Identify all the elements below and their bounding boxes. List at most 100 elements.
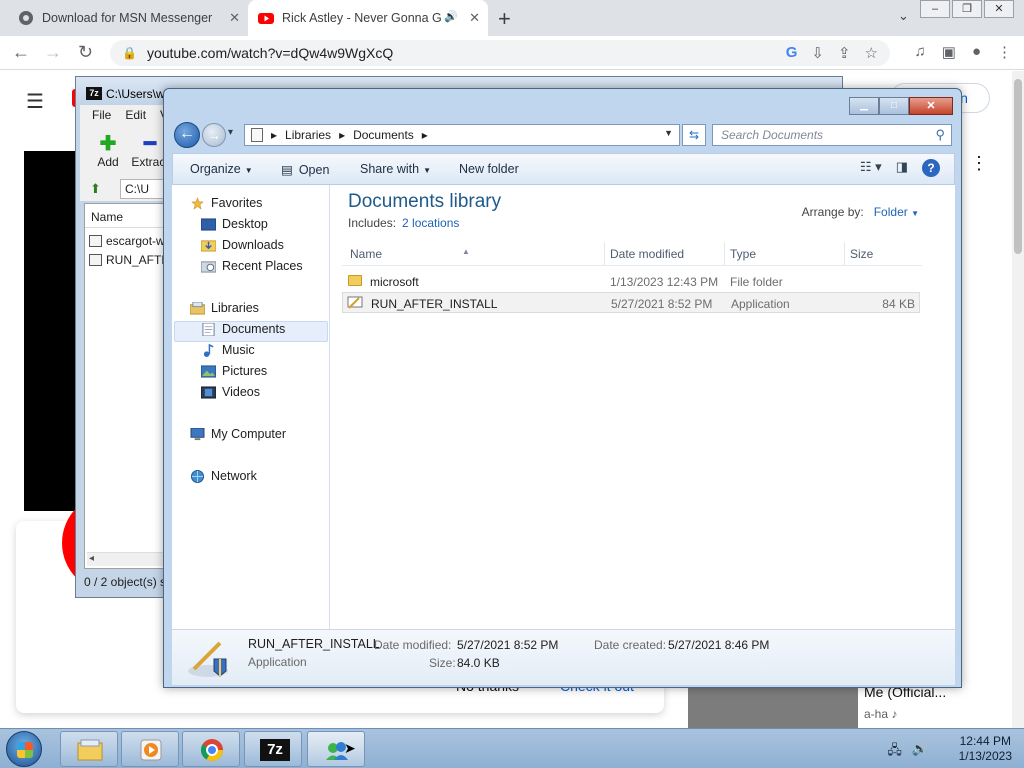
nav-my-computer[interactable]: My Computer: [190, 427, 286, 441]
table-row[interactable]: microsoft 1/13/2023 12:43 PM File folder: [342, 271, 920, 292]
breadcrumb-arrow-icon[interactable]: ▸: [271, 128, 277, 142]
share-with-button[interactable]: Share with ▼: [360, 162, 431, 176]
nav-favorites[interactable]: Favorites: [190, 196, 262, 210]
address-bar[interactable]: 🔒 youtube.com/watch?v=dQw4w9WgXcQ G ⇩ ⇪ …: [110, 40, 890, 66]
arrange-dropdown[interactable]: Folder ▼: [874, 205, 919, 219]
profile-icon[interactable]: ●: [972, 43, 981, 61]
column-divider[interactable]: [724, 242, 725, 266]
search-icon[interactable]: ⚲: [935, 125, 945, 145]
chevron-down-icon[interactable]: ▼: [664, 128, 673, 138]
page-scrollbar[interactable]: [1012, 71, 1024, 728]
back-arrow-icon[interactable]: ←: [12, 42, 30, 63]
share-label: Share with: [360, 162, 420, 176]
address-bar[interactable]: ▸ Libraries ▸ Documents ▸ ▼: [244, 124, 680, 146]
column-header-type[interactable]: Type: [730, 247, 756, 261]
new-folder-button[interactable]: New folder: [459, 162, 519, 176]
side-panel-icon[interactable]: ▣: [942, 43, 956, 61]
change-view-icon[interactable]: ☷ ▾: [860, 159, 882, 177]
close-icon[interactable]: ✕: [984, 0, 1014, 18]
detail-modified-value: 5/27/2021 8:52 PM: [457, 638, 559, 652]
nav-pictures[interactable]: Pictures: [201, 364, 267, 378]
list-item[interactable]: escargot-w: [89, 234, 165, 248]
chevron-down-icon: ▼: [244, 166, 253, 175]
nav-documents[interactable]: Documents: [201, 322, 285, 336]
tab-close-icon[interactable]: ✕: [229, 10, 240, 26]
detail-size-label: Size:: [429, 656, 456, 670]
list-item[interactable]: RUN_AFTE: [89, 253, 169, 267]
volume-icon[interactable]: 🔊: [912, 741, 928, 763]
open-button[interactable]: ▤ Open: [281, 162, 329, 177]
maximize-icon[interactable]: □: [879, 97, 909, 115]
forward-button[interactable]: →: [202, 123, 226, 147]
recent-pages-icon[interactable]: ▾: [228, 127, 233, 138]
media-icon[interactable]: ♫: [915, 43, 926, 61]
clock[interactable]: 12:44 PM 1/13/2023: [959, 734, 1012, 764]
detail-file-type: Application: [248, 655, 307, 669]
taskbar-media-player[interactable]: [121, 731, 179, 767]
install-icon[interactable]: ⇩: [811, 44, 824, 62]
hamburger-menu-icon[interactable]: ☰: [26, 89, 44, 114]
forward-arrow-icon[interactable]: →: [44, 42, 62, 63]
star-icon[interactable]: ☆: [865, 44, 878, 62]
taskbar-chrome[interactable]: [182, 731, 240, 767]
add-label: Add: [97, 155, 119, 169]
locations-link[interactable]: 2 locations: [402, 216, 459, 230]
organize-button[interactable]: Organize ▼: [190, 162, 253, 176]
menu-edit[interactable]: Edit: [125, 105, 146, 125]
window-controls: ▁ □ ✕: [849, 97, 953, 115]
nav-videos[interactable]: Videos: [201, 385, 260, 399]
tab-youtube-rick-astley[interactable]: Rick Astley - Never Gonna G 🔊 ✕: [248, 0, 488, 36]
open-icon: ▤: [281, 163, 293, 177]
restore-icon[interactable]: ❐: [952, 0, 982, 18]
minimize-icon[interactable]: –: [920, 0, 950, 18]
kebab-menu-icon[interactable]: ⋮: [970, 153, 988, 174]
sevenzip-title: C:\Users\w: [106, 87, 165, 101]
taskbar-explorer[interactable]: [60, 731, 118, 767]
breadcrumb-documents[interactable]: Documents: [353, 128, 414, 142]
taskbar-7zip[interactable]: 7z: [244, 731, 302, 767]
help-icon[interactable]: ?: [922, 159, 940, 177]
close-icon[interactable]: ✕: [909, 97, 953, 115]
nav-desktop[interactable]: Desktop: [201, 217, 268, 231]
column-header-size[interactable]: Size: [850, 247, 873, 261]
column-header-date[interactable]: Date modified: [610, 247, 684, 261]
menu-file[interactable]: File: [92, 105, 111, 125]
chevron-down-icon[interactable]: ⌄: [898, 8, 909, 24]
video-channel[interactable]: a-ha ♪: [864, 707, 897, 721]
speaker-icon[interactable]: 🔊: [444, 10, 458, 23]
start-button[interactable]: [6, 731, 42, 767]
share-icon[interactable]: ⇪: [838, 44, 851, 62]
column-divider[interactable]: [844, 242, 845, 266]
nav-downloads[interactable]: Downloads: [201, 238, 284, 252]
nav-music[interactable]: Music: [201, 343, 255, 357]
breadcrumb-libraries[interactable]: Libraries: [285, 128, 331, 142]
detail-created-label: Date created:: [594, 638, 667, 652]
scrollbar-thumb[interactable]: [1014, 79, 1022, 254]
nav-network[interactable]: Network: [190, 469, 257, 483]
folder-up-icon[interactable]: ⬆: [90, 181, 101, 197]
column-divider[interactable]: [604, 242, 605, 266]
nav-libraries[interactable]: Libraries: [190, 301, 259, 315]
add-button[interactable]: ✚ Add: [86, 133, 130, 169]
preview-pane-icon[interactable]: ◨: [896, 159, 908, 177]
minimize-icon[interactable]: ▁: [849, 97, 879, 115]
back-button[interactable]: ←: [174, 122, 200, 148]
column-header-name[interactable]: Name: [350, 247, 382, 261]
tab-msn-download[interactable]: Download for MSN Messenger | E ✕: [8, 0, 248, 36]
new-tab-button[interactable]: +: [498, 6, 511, 32]
reload-icon[interactable]: ↻: [78, 42, 93, 63]
google-icon[interactable]: G: [786, 44, 798, 62]
refresh-button[interactable]: ⇆: [682, 124, 706, 146]
video-thumbnail[interactable]: [688, 686, 858, 728]
scroll-left-icon[interactable]: ◂: [89, 553, 94, 564]
breadcrumb-arrow-icon[interactable]: ▸: [339, 128, 345, 142]
search-input[interactable]: Search Documents ⚲: [712, 124, 952, 146]
table-row[interactable]: RUN_AFTER_INSTALL 5/27/2021 8:52 PM Appl…: [342, 292, 920, 313]
includes-label: Includes:: [348, 216, 397, 230]
network-tray-icon[interactable]: 🖧: [887, 741, 902, 763]
taskbar-installer[interactable]: ➤: [307, 731, 365, 767]
nav-recent-places[interactable]: Recent Places: [201, 259, 303, 273]
breadcrumb-arrow-icon[interactable]: ▸: [422, 128, 428, 142]
tab-close-icon[interactable]: ✕: [469, 10, 480, 26]
kebab-menu-icon[interactable]: ⋮: [997, 43, 1012, 61]
